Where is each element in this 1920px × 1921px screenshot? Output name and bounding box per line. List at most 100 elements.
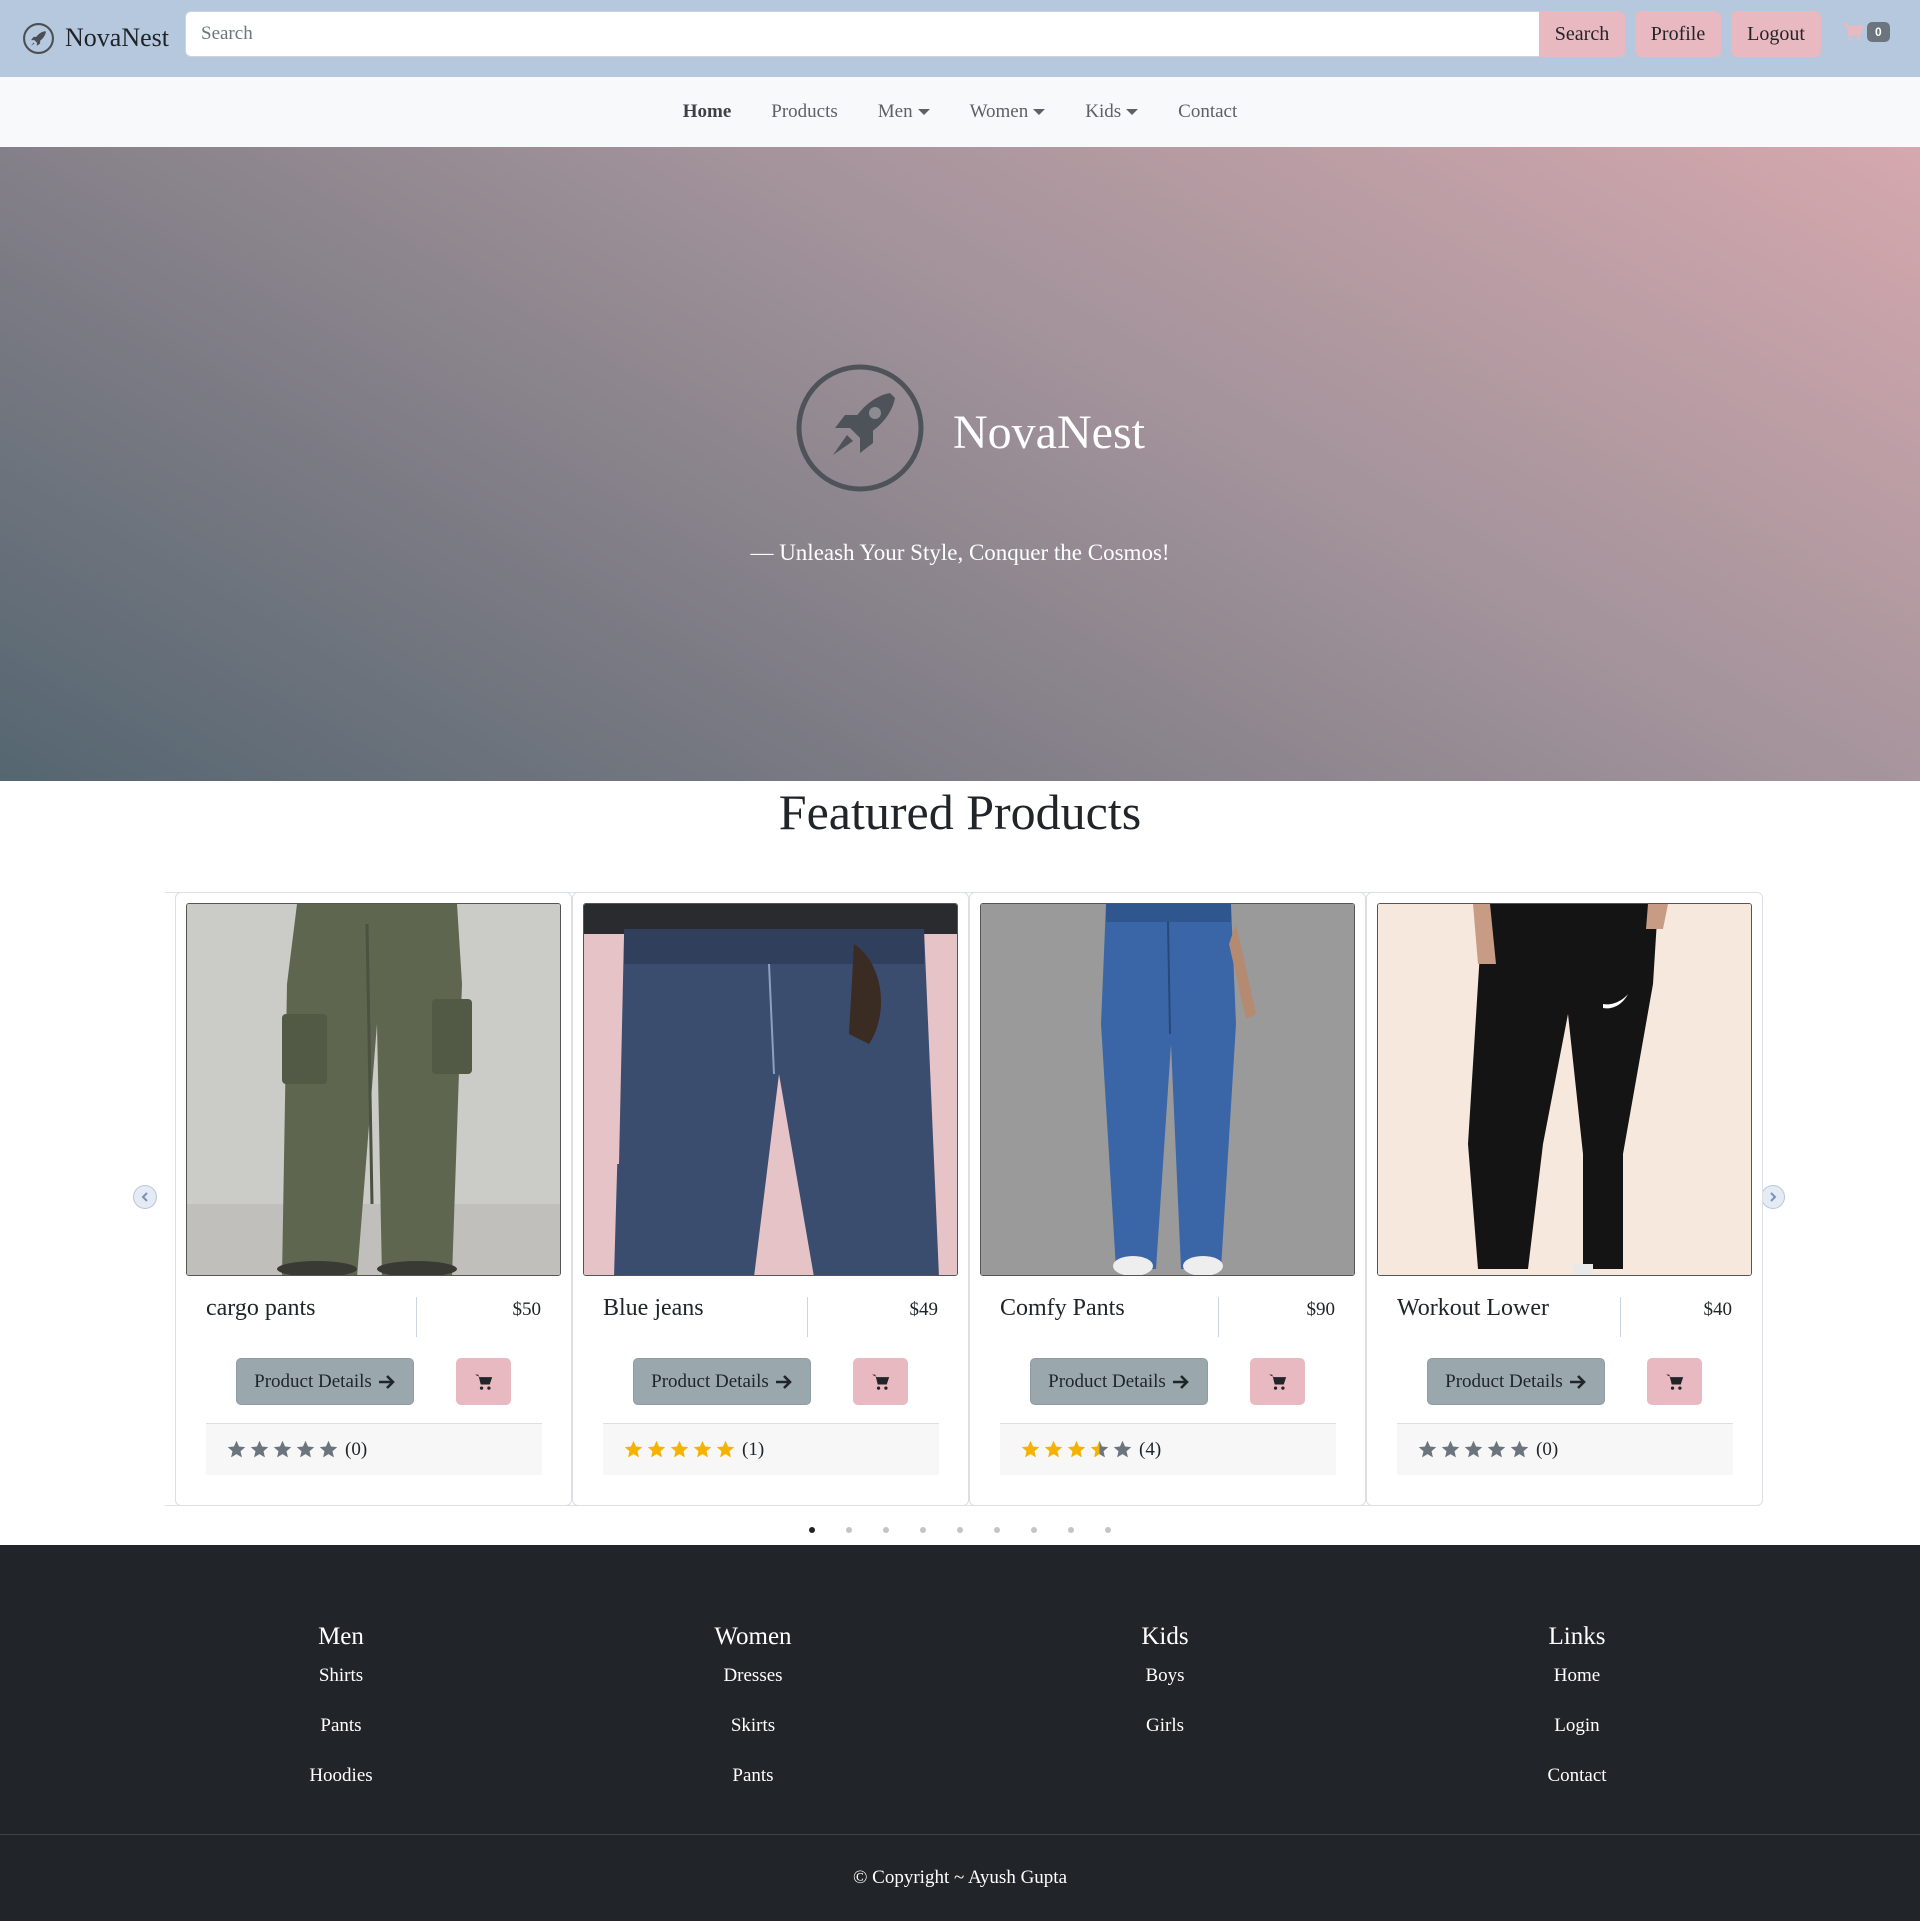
carousel-dot[interactable] [994, 1527, 1000, 1533]
footer-link[interactable]: Hoodies [201, 1763, 481, 1813]
product-name[interactable]: Comfy Pants [1000, 1295, 1125, 1322]
divider [807, 1297, 808, 1337]
rating-footer: (0) [1397, 1423, 1733, 1475]
chevron-left-icon [141, 1192, 148, 1202]
star-empty-icon [273, 1440, 292, 1458]
carousel-dot[interactable] [1068, 1527, 1074, 1533]
footer-link[interactable]: Pants [613, 1763, 893, 1813]
brand-link[interactable]: NovaNest [22, 18, 169, 58]
star-rating [623, 1439, 736, 1460]
product-card: cargo pants $50 Product Details (0) [175, 892, 572, 1506]
cart-icon [1843, 22, 1864, 41]
cart-icon [1665, 1374, 1683, 1390]
star-half-icon [1090, 1440, 1109, 1458]
star-filled-icon [1044, 1440, 1063, 1458]
add-to-cart-button[interactable] [1647, 1358, 1702, 1405]
add-to-cart-button[interactable] [456, 1358, 511, 1405]
search-input[interactable] [185, 11, 1540, 57]
star-filled-icon [624, 1440, 643, 1458]
product-name[interactable]: cargo pants [206, 1295, 316, 1322]
nav-item-label: Home [682, 101, 732, 122]
carousel-dot[interactable] [920, 1527, 926, 1533]
carousel-dot[interactable] [957, 1527, 963, 1533]
footer-link[interactable]: Contact [1437, 1763, 1717, 1813]
footer-link[interactable]: Shirts [201, 1663, 481, 1713]
product-details-label: Product Details [1445, 1370, 1563, 1392]
product-details-label: Product Details [254, 1370, 372, 1392]
rating-footer: (0) [206, 1423, 542, 1475]
nav-item-kids[interactable]: Kids [1065, 101, 1158, 123]
hero-tagline: — Unleash Your Style, Conquer the Cosmos… [750, 540, 1170, 565]
arrow-right-icon [1569, 1374, 1586, 1389]
divider [1620, 1297, 1621, 1337]
carousel-dot[interactable] [1031, 1527, 1037, 1533]
star-empty-icon [319, 1440, 338, 1458]
product-image-blue-jeans[interactable] [583, 903, 958, 1276]
footer-column-women: Women Dresses Skirts Pants [613, 1623, 893, 1813]
featured-products-heading: Featured Products [778, 784, 1142, 840]
cart-link[interactable]: 0 [1842, 22, 1890, 42]
product-name[interactable]: Workout Lower [1397, 1295, 1549, 1322]
add-to-cart-button[interactable] [853, 1358, 908, 1405]
brand-name: NovaNest [65, 23, 169, 52]
divider [1218, 1297, 1219, 1337]
footer-column-kids: Kids Boys Girls [1025, 1623, 1305, 1763]
carousel-dots [0, 1527, 1920, 1533]
rating-footer: (4) [1000, 1423, 1336, 1475]
footer-link[interactable]: Login [1437, 1713, 1717, 1763]
product-details-button[interactable]: Product Details [236, 1358, 414, 1405]
profile-button[interactable]: Profile [1635, 11, 1721, 57]
star-empty-icon [250, 1440, 269, 1458]
carousel-dot[interactable] [809, 1527, 815, 1533]
star-filled-icon [716, 1440, 735, 1458]
logout-button[interactable]: Logout [1731, 11, 1821, 57]
chevron-right-icon [1770, 1192, 1777, 1202]
product-name[interactable]: Blue jeans [603, 1295, 704, 1322]
add-to-cart-button[interactable] [1250, 1358, 1305, 1405]
carousel-next-button[interactable] [1761, 1185, 1785, 1209]
nav-item-women[interactable]: Women [950, 101, 1066, 123]
star-empty-icon [296, 1440, 315, 1458]
product-price: $49 [909, 1299, 939, 1320]
nav-item-products[interactable]: Products [751, 101, 858, 123]
cart-icon [871, 1374, 889, 1390]
footer-column-links: Links Home Login Contact [1437, 1623, 1717, 1813]
star-empty-icon [227, 1440, 246, 1458]
carousel-dot[interactable] [883, 1527, 889, 1533]
footer-link[interactable]: Dresses [613, 1663, 893, 1713]
product-details-button[interactable]: Product Details [1427, 1358, 1605, 1405]
nav-item-home[interactable]: Home [663, 101, 752, 123]
search-button[interactable]: Search [1539, 11, 1625, 57]
carousel-dot[interactable] [846, 1527, 852, 1533]
divider [416, 1297, 417, 1337]
footer-link[interactable]: Girls [1025, 1713, 1305, 1763]
footer-heading: Men [318, 1623, 364, 1650]
footer-link[interactable]: Boys [1025, 1663, 1305, 1713]
product-image-workout-lower[interactable] [1377, 903, 1752, 1276]
carousel-prev-button[interactable] [133, 1185, 157, 1209]
product-details-label: Product Details [651, 1370, 769, 1392]
caret-down-icon [917, 109, 930, 115]
star-filled-icon [1021, 1440, 1040, 1458]
product-image-cargo-pants[interactable] [186, 903, 561, 1276]
arrow-right-icon [775, 1374, 792, 1389]
footer-link[interactable]: Pants [201, 1713, 481, 1763]
nav-item-contact[interactable]: Contact [1158, 101, 1257, 123]
product-image-comfy-pants[interactable] [980, 903, 1355, 1276]
hero-title: NovaNest [953, 406, 1145, 459]
star-filled-icon [670, 1440, 689, 1458]
product-details-button[interactable]: Product Details [1030, 1358, 1208, 1405]
product-details-button[interactable]: Product Details [633, 1358, 811, 1405]
nav-item-men[interactable]: Men [858, 101, 950, 123]
footer-link[interactable]: Skirts [613, 1713, 893, 1763]
carousel-dot[interactable] [1105, 1527, 1111, 1533]
footer-link[interactable]: Home [1437, 1663, 1717, 1713]
main-nav: Home Products Men Women Kids Contact [0, 77, 1920, 147]
site-footer: Men Shirts Pants Hoodies Women Dresses S… [0, 1545, 1920, 1921]
product-carousel: cargo pants $50 Product Details (0) Blue… [165, 892, 1763, 1506]
rating-count: (4) [1139, 1438, 1162, 1460]
product-card: Blue jeans $49 Product Details (1) [572, 892, 969, 1506]
nav-item-label: Women [969, 101, 1029, 122]
footer-heading: Links [1548, 1623, 1606, 1650]
product-card: Workout Lower $40 Product Details (0) [1366, 892, 1763, 1506]
